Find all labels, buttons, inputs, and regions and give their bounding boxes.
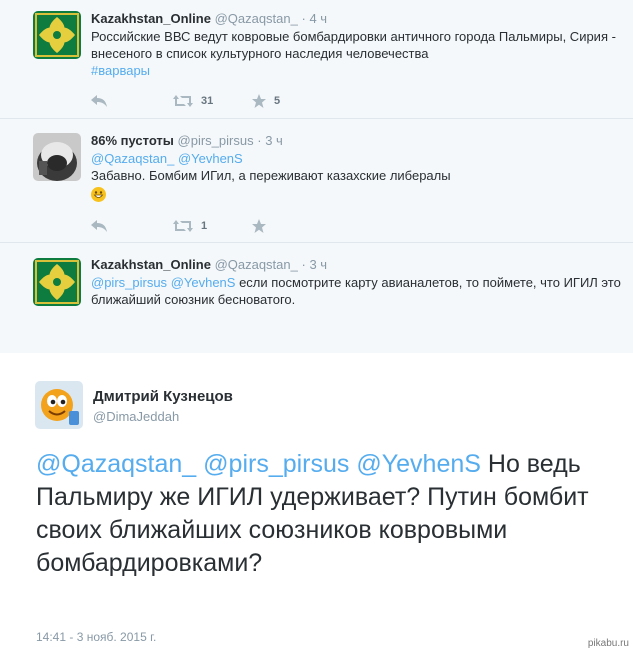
reply-icon <box>91 95 107 107</box>
tweet-time[interactable]: 3 ч <box>265 133 283 148</box>
retweet-icon <box>173 95 193 107</box>
tweet-body: Российские ВВС ведут ковровые бомбардиро… <box>91 29 616 61</box>
star-icon <box>252 94 266 108</box>
author-name[interactable]: Kazakhstan_Online <box>91 257 211 272</box>
separator: · <box>257 133 262 148</box>
retweet-icon <box>173 220 193 232</box>
mention-link[interactable]: @YevhenS <box>171 275 236 290</box>
tweet-actions: 1 <box>91 216 266 236</box>
favorite-button[interactable] <box>252 219 266 233</box>
avatar[interactable] <box>33 133 81 181</box>
tweet-body: Забавно. Бомбим ИГил, а переживают казах… <box>91 168 451 183</box>
retweet-count: 1 <box>201 220 208 232</box>
tweet[interactable]: Kazakhstan_Online @Qazaqstan_ · 4 ч Росс… <box>0 0 633 119</box>
reply-button[interactable] <box>91 95 173 107</box>
separator: · <box>301 11 306 26</box>
avatar[interactable] <box>33 11 81 59</box>
author-name[interactable]: 86% пустоты <box>91 133 174 148</box>
reply-button[interactable] <box>91 220 173 232</box>
tweet[interactable]: Kazakhstan_Online @Qazaqstan_ · 3 ч @pir… <box>0 243 633 353</box>
author-handle[interactable]: @Qazaqstan_ <box>215 257 298 272</box>
mention-link[interactable]: @YevhenS <box>356 450 481 478</box>
avatar[interactable] <box>35 381 83 429</box>
separator: · <box>301 257 306 272</box>
tweet-text: @Qazaqstan_ @YevhenS Забавно. Бомбим ИГи… <box>91 150 621 206</box>
retweet-button[interactable]: 1 <box>173 220 252 232</box>
conversation-thread: Kazakhstan_Online @Qazaqstan_ · 4 ч Росс… <box>0 0 633 353</box>
tweet-actions: 31 5 <box>91 91 280 111</box>
mention-link[interactable]: @pirs_pirsus <box>203 450 349 478</box>
favorite-button[interactable]: 5 <box>252 94 280 108</box>
retweet-button[interactable]: 31 <box>173 95 252 107</box>
star-icon <box>252 219 266 233</box>
avatar[interactable] <box>33 258 81 306</box>
tweet-text: Российские ВВС ведут ковровые бомбардиро… <box>91 28 621 79</box>
favorite-count: 5 <box>274 95 281 107</box>
tweet-time[interactable]: 4 ч <box>309 11 327 26</box>
author-name[interactable]: Дмитрий Кузнецов <box>93 388 233 405</box>
tweet-timestamp[interactable]: 14:41 - 3 нояб. 2015 г. <box>36 630 156 644</box>
author-handle[interactable]: @pirs_pirsus <box>178 133 254 148</box>
tweet-text: @pirs_pirsus @YevhenS если посмотрите ка… <box>91 274 621 308</box>
tweet-time[interactable]: 3 ч <box>309 257 327 272</box>
author-handle[interactable]: @Qazaqstan_ <box>215 11 298 26</box>
mention-link[interactable]: @Qazaqstan_ <box>91 151 174 166</box>
tweet[interactable]: 86% пустоты @pirs_pirsus · 3 ч @Qazaqsta… <box>0 119 633 243</box>
author-name[interactable]: Kazakhstan_Online <box>91 11 211 26</box>
reply-icon <box>91 220 107 232</box>
retweet-count: 31 <box>201 95 214 107</box>
watermark: pikabu.ru <box>587 638 629 649</box>
tweet-text: @Qazaqstan_ @pirs_pirsus @YevhenS Но вед… <box>36 448 596 580</box>
featured-tweet: Дмитрий Кузнецов @DimaJeddah @Qazaqstan_… <box>0 353 633 652</box>
author-handle[interactable]: @DimaJeddah <box>93 409 179 424</box>
hashtag-link[interactable]: #варвары <box>91 63 150 78</box>
mention-link[interactable]: @Qazaqstan_ <box>36 450 196 478</box>
mention-link[interactable]: @YevhenS <box>178 151 243 166</box>
mention-link[interactable]: @pirs_pirsus <box>91 275 167 290</box>
grinning-emoji-icon <box>91 187 106 202</box>
